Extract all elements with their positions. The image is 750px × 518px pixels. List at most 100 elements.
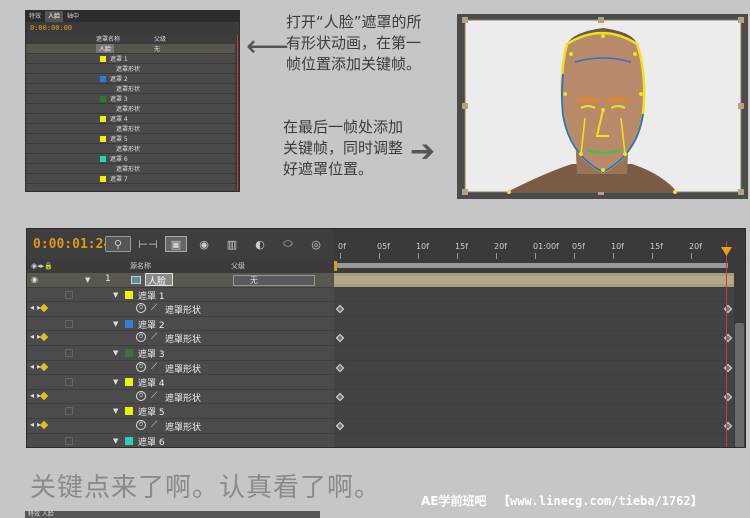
row-timeline-track[interactable] [334,302,745,316]
header-parent[interactable]: 父级 [231,261,245,271]
mask-shape-row[interactable]: ◂▸ ⏱ ⟋ 遮罩形状 [27,331,745,346]
mask-color-swatch[interactable] [100,95,106,102]
brainstorm-icon[interactable]: ⬭ [277,236,299,252]
stopwatch-icon[interactable]: ⏱ [136,361,146,372]
thumb-mask-row[interactable]: 遮罩 2 [26,74,239,84]
lock-checkbox[interactable] [65,378,73,387]
lock-checkbox[interactable] [65,436,73,445]
current-timecode[interactable]: 0:00:01:24 [27,237,111,252]
stopwatch-icon[interactable]: ⏱ [136,390,146,401]
thumb-mask-row[interactable]: 遮罩 3 [26,94,239,104]
row-timeline-track[interactable] [334,404,745,418]
stopwatch-icon[interactable]: ⏱ [136,419,146,430]
time-ruler[interactable]: 0f 05f 10f 15f 20f 01:00f 05f 10f 15f 20f [334,229,745,259]
thumb-timecode[interactable]: 0:00:00:00 [30,24,72,32]
lock-checkbox[interactable] [65,319,73,328]
mask-color-swatch[interactable] [125,348,133,357]
expand-triangle-icon[interactable]: ▼ [113,349,118,357]
thumb-tab[interactable]: 特效 [29,11,41,22]
row-timeline-track[interactable] [334,287,745,302]
mask-color-swatch[interactable] [100,135,106,142]
layer-name[interactable]: 人脸 [145,273,174,287]
mask-row[interactable]: ▼ 遮罩 4 [27,375,745,390]
row-timeline-track[interactable] [334,389,745,404]
row-timeline-track[interactable] [334,433,745,447]
thumb-parent-value[interactable]: 无 [154,44,160,53]
thumb-property-row[interactable]: 遮罩形状 [26,84,239,94]
mask-color-swatch[interactable] [100,155,106,162]
mask-color-swatch[interactable] [125,378,133,387]
thumb-current-time-indicator[interactable] [237,35,238,191]
comp-flowchart-icon[interactable]: ⊢⊣ [137,236,159,252]
mask-name[interactable]: 遮罩 4 [138,376,165,389]
mask-color-swatch[interactable] [100,115,106,122]
thumb-layer-row[interactable]: 人脸 无 [26,44,239,54]
vertical-scrollbar[interactable] [734,273,745,447]
mask-shape-row[interactable]: ◂▸ ⏱ ⟋ 遮罩形状 [27,389,745,405]
lock-checkbox[interactable] [65,348,73,357]
mask-row[interactable]: ▼ 遮罩 2 [27,316,745,332]
mask-color-swatch[interactable] [100,55,106,62]
keyframe-start[interactable] [335,304,345,314]
mask-row[interactable]: ▼ 遮罩 3 [27,345,745,361]
keyframe-start[interactable] [335,334,345,343]
mask-shape-row[interactable]: ◂▸ ⏱ ⟋ 遮罩形状 [27,360,745,376]
thumb-property-row[interactable]: 遮罩形状 [26,124,239,134]
keyframe-start[interactable] [335,421,345,431]
expand-triangle-icon[interactable]: ▼ [85,276,90,284]
graph-icon[interactable]: ⟋ [151,303,157,313]
thumb-mask-row[interactable]: 遮罩 5 [26,134,239,144]
expand-triangle-icon[interactable]: ▼ [113,407,118,415]
thumb-property-row[interactable]: 遮罩形状 [26,104,239,114]
eye-icon[interactable]: ◉ [31,275,41,284]
expand-triangle-icon[interactable]: ▼ [113,291,118,299]
graph-icon[interactable]: ⟋ [151,332,157,342]
work-area-range[interactable] [336,263,728,268]
thumb-tab[interactable]: 轴中 [67,11,79,22]
mask-name[interactable]: 遮罩 1 [138,289,165,302]
search-icon[interactable]: ⚲ [105,236,131,252]
thumb-mask-row[interactable]: 遮罩 4 [26,114,239,124]
row-timeline-track[interactable] [334,360,745,375]
scrollbar-thumb[interactable] [735,323,744,447]
row-timeline-track[interactable] [334,331,745,345]
motion-blur-icon[interactable]: ◐ [249,236,271,252]
thumb-property-row[interactable]: 遮罩形状 [26,144,239,154]
lock-checkbox[interactable] [65,407,73,416]
draft-3d-icon[interactable]: ▣ [165,236,187,252]
keyframe-start[interactable] [335,392,345,401]
mask-color-swatch[interactable] [125,407,133,416]
stopwatch-icon[interactable]: ⏱ [136,332,146,343]
mask-name[interactable]: 遮罩 6 [138,435,165,447]
mask-shape-row[interactable]: ◂▸ ⏱ ⟋ 遮罩形状 [27,418,745,434]
row-timeline-track[interactable] [334,418,745,433]
expand-triangle-icon[interactable]: ▼ [113,320,118,328]
av-switches-icon[interactable]: ◉◂▸🔒 [31,262,53,270]
graph-icon[interactable]: ⟋ [151,420,157,430]
parent-dropdown[interactable]: 无 [233,275,315,286]
lock-checkbox[interactable] [65,290,73,299]
expand-triangle-icon[interactable]: ▼ [113,437,118,445]
header-source-name[interactable]: 源名称 [130,261,151,271]
layer-row[interactable]: ◉ ▼ 1 人脸 @ 无 [27,273,745,288]
mask-row[interactable]: ▼ 遮罩 6 [27,433,745,447]
mask-color-swatch[interactable] [100,75,106,82]
mask-name[interactable]: 遮罩 2 [138,318,165,331]
mask-shape-row[interactable]: ◂▸ ⏱ ⟋ 遮罩形状 [27,302,745,317]
mask-color-swatch[interactable] [125,319,133,328]
mask-color-swatch[interactable] [125,436,133,445]
work-area-bar[interactable] [334,259,745,273]
stopwatch-icon[interactable]: ⏱ [136,303,146,314]
keyframe-start[interactable] [335,363,345,372]
thumb-property-row[interactable]: 遮罩形状 [26,164,239,174]
work-area-start-handle[interactable] [334,261,337,271]
current-time-indicator[interactable] [726,241,727,447]
graph-icon[interactable]: ⟋ [151,391,157,401]
thumb-property-row[interactable]: 遮罩形状 [26,64,239,74]
thumb-tab-active[interactable]: 人脸 [45,11,64,22]
mask-color-swatch[interactable] [100,175,106,182]
layer-duration-bar[interactable] [334,273,745,287]
thumb-mask-row[interactable]: 遮罩 1 [26,54,239,64]
mask-name[interactable]: 遮罩 3 [138,347,165,360]
mask-row[interactable]: ▼ 遮罩 5 [27,404,745,419]
